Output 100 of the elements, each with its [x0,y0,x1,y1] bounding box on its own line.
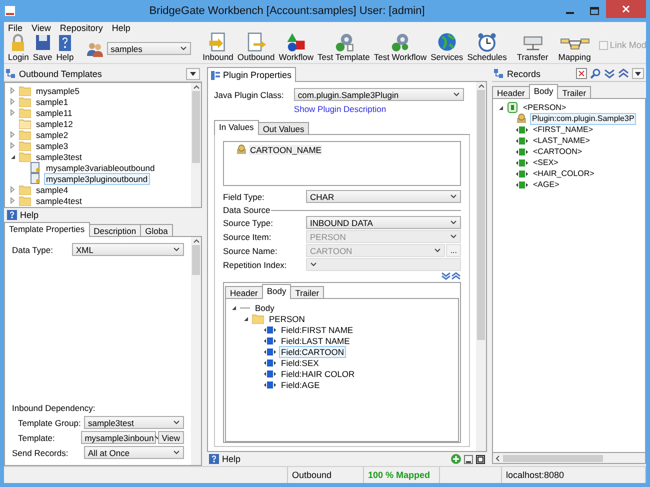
view-button[interactable]: View [158,431,184,444]
tab[interactable]: In Values [214,120,259,135]
toolbar-button[interactable]: Mapping [556,34,593,63]
dropdown[interactable]: XML [72,243,184,256]
document-icon [30,162,41,173]
tree-item[interactable]: Field:AGE [279,378,322,390]
tree-item[interactable]: <AGE> [531,178,562,190]
folder-icon [19,152,31,162]
toolbar-button[interactable]: Test Workflow [372,34,429,63]
field-icon [264,370,276,378]
tab[interactable]: Header [492,86,530,98]
dropdown[interactable]: mysample3inboun [80,431,156,444]
toolbar-button[interactable]: Save [30,34,54,63]
tab[interactable]: Out Values [258,122,310,134]
tree-item[interactable]: mysample3pluginoutbound [44,172,150,184]
tree-item[interactable]: sample2 [34,128,70,140]
tree-item[interactable]: <FIRST_NAME> [531,124,596,136]
toolbar-button[interactable]: Workflow [276,34,316,63]
description-link[interactable]: Show Plugin Description [294,104,464,114]
tree-item[interactable]: Field:FIRST NAME [279,324,356,336]
dropdown[interactable]: com.plugin.Sample3Plugin [294,88,464,101]
close-button[interactable] [606,0,646,18]
field-label: Template: [18,432,55,442]
tab[interactable]: Template Properties [4,222,90,237]
field-label: Repetition Index: [223,260,288,270]
element-icon [516,148,528,156]
minimize-icon [464,454,473,464]
tree-item[interactable]: mysample5 [34,84,82,96]
tree-item[interactable]: Field:HAIR COLOR [279,368,357,380]
dropdown[interactable]: sample3test [84,416,184,429]
scroll-up-icon [192,238,200,244]
scrollbar-thumb[interactable] [192,91,200,163]
folder-icon [19,118,31,128]
tree-item[interactable]: <SEX> [531,156,560,168]
tree-item[interactable]: Field:SEX [279,356,321,368]
chevron-down-icon [173,247,180,252]
toolbar-button[interactable]: Inbound [200,34,236,63]
padlock-icon [11,34,26,52]
tree-item[interactable]: sample4test [34,194,84,206]
tab[interactable]: Globa [140,224,173,236]
dropdown[interactable]: All at Once [84,446,184,459]
field-label: Send Records: [12,448,68,458]
tree-item[interactable]: <LAST_NAME> [531,134,592,146]
dropdown-button[interactable] [632,68,644,79]
toolbar-button[interactable]: Login [6,34,31,63]
toolbar-button[interactable]: Services [428,34,466,63]
shapes-icon [286,32,306,52]
folder-icon [19,96,31,106]
dropdown[interactable]: INBOUND DATA [306,216,461,229]
tree-item[interactable]: sample3test [34,150,84,162]
folder-icon [19,86,31,96]
toolbar-button[interactable]: Schedules [465,34,509,63]
grid-cross-icon [576,68,587,79]
dropdown[interactable]: samples [106,42,191,55]
scroll-up-icon [478,83,484,89]
tab[interactable]: Header [225,286,263,298]
scrollbar-thumb[interactable] [192,245,200,275]
toolbar-button[interactable]: Test Template [316,34,372,63]
tree-item[interactable]: sample3 [34,140,70,152]
tree-item[interactable]: sample1 [34,96,70,108]
tab[interactable]: Body [262,284,292,299]
network-icon [560,36,590,52]
tree-item[interactable]: sample12 [34,118,75,130]
tree-item[interactable]: Body [253,302,276,314]
tree-item[interactable]: mysample3variableoutbound [44,162,157,174]
tree-item[interactable]: sample11 [34,106,74,118]
tab[interactable]: Plugin Properties [207,67,296,82]
tab[interactable]: Trailer [557,86,592,98]
scrollbar[interactable] [191,237,201,465]
scrollbar[interactable] [191,83,201,207]
scrollbar-thumb[interactable] [477,90,485,340]
menu-item[interactable]: View [32,23,51,33]
tab[interactable]: Body [528,84,558,99]
menu-item[interactable]: File [8,23,23,33]
tab[interactable]: Description [88,224,142,236]
folder-icon [19,130,31,140]
tree-item[interactable]: PERSON [267,312,307,324]
dropdown[interactable]: CHAR [306,190,461,203]
toolbar-button[interactable]: Help [54,34,76,63]
toolbar-button[interactable]: Transfer [514,34,550,63]
toolbar-button[interactable]: Outbound [235,34,277,63]
tree-item[interactable]: <HAIR_COLOR> [531,168,596,180]
tree-item[interactable]: sample4 [34,184,70,196]
value-item[interactable]: CARTOON_NAME [249,144,322,154]
tree-item[interactable]: Plugin:com.plugin.Sample3P [530,112,636,124]
tab[interactable]: Trailer [290,286,324,298]
dropdown-button[interactable] [186,68,200,80]
scrollbar-thumb[interactable] [503,454,603,462]
tree-item[interactable]: Field:CARTOON [279,346,346,358]
tree-item[interactable]: <CARTOON> [531,146,584,158]
scrollbar[interactable] [476,82,486,451]
scrollbar[interactable] [492,453,646,464]
status-segment: localhost:8080 [502,467,646,483]
field-icon [264,326,276,334]
tree-item[interactable]: Field:LAST NAME [279,334,352,346]
tree-item[interactable]: <PERSON> [521,102,568,114]
maximize-icon [590,7,598,15]
menu-item[interactable]: Repository [60,23,103,33]
menu-item[interactable]: Help [112,23,130,33]
element-icon [516,180,528,188]
